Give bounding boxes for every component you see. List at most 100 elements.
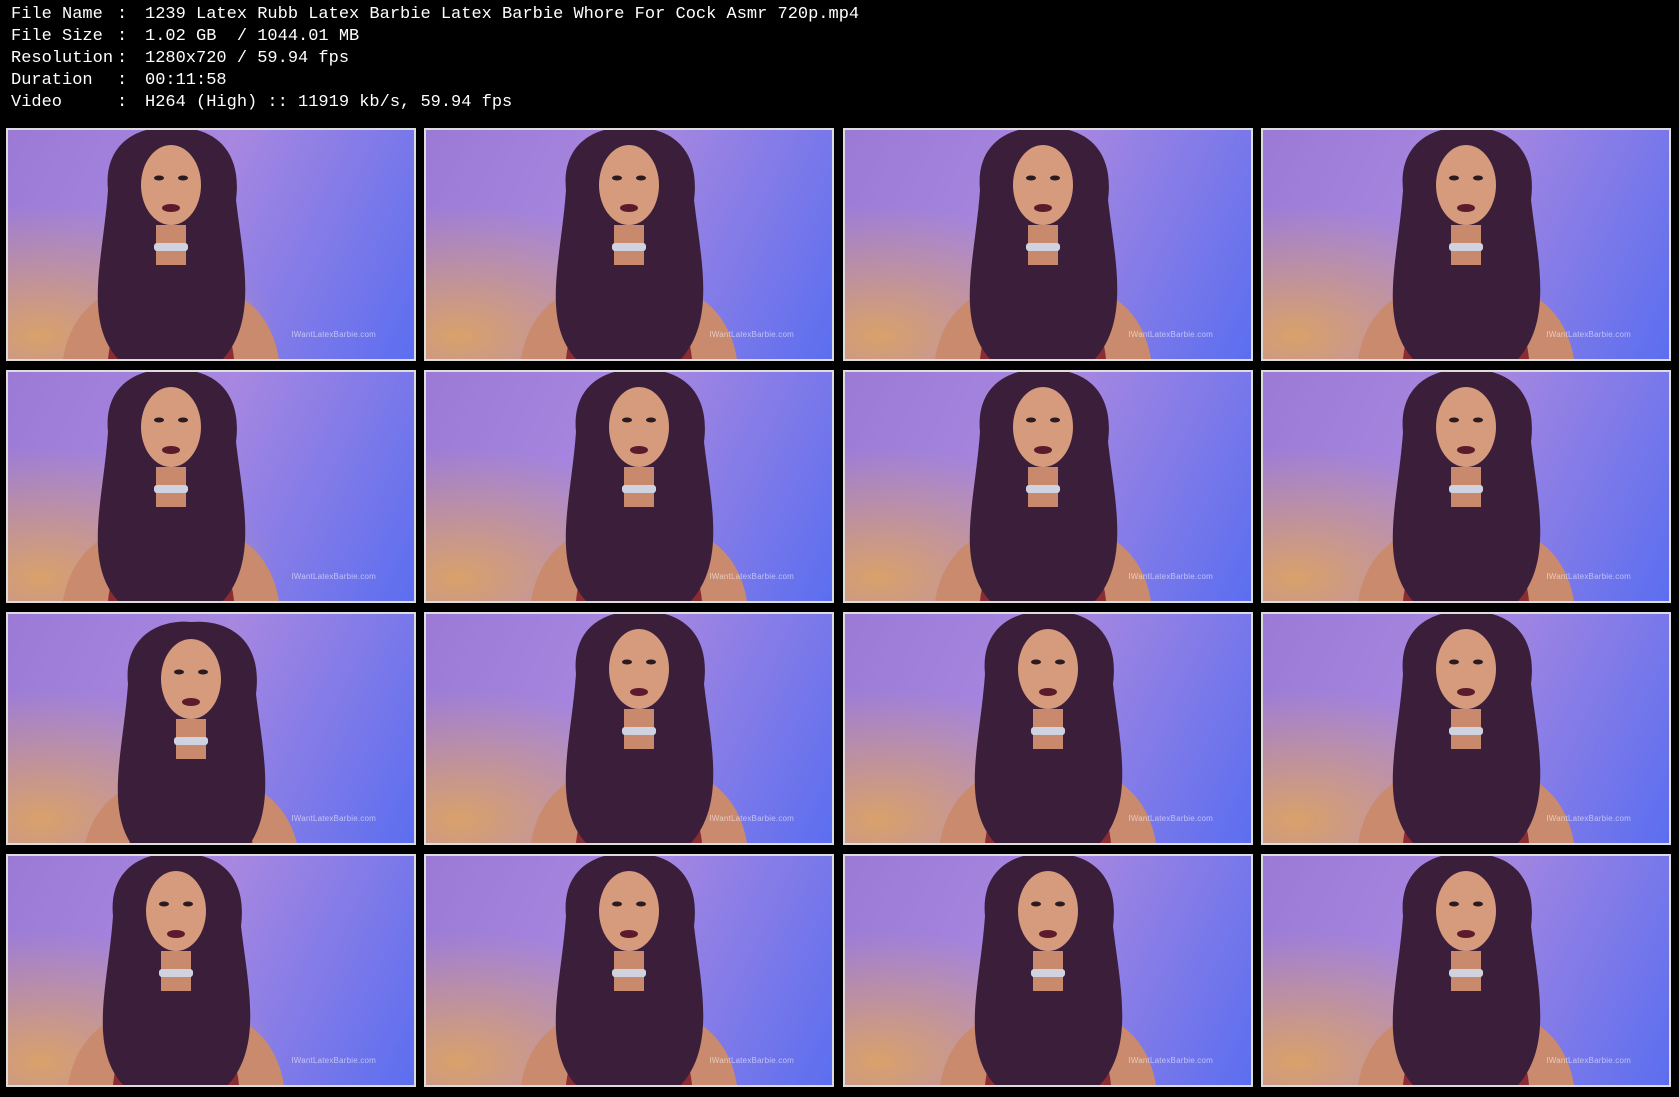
- subject-figure: [940, 614, 1156, 843]
- subject-lips: [1034, 446, 1052, 454]
- info-separator: :: [117, 5, 128, 24]
- subject-figure: [521, 856, 737, 1085]
- subject-face: [1018, 629, 1078, 709]
- video-thumbnail: IWantLatexBarbie.com: [424, 612, 834, 845]
- subject-lips: [1039, 688, 1057, 696]
- file-info-panel: File Name : 1239 Latex Rubb Latex Barbie…: [11, 4, 1661, 120]
- subject-choker: [1031, 969, 1065, 977]
- subject-choker: [1449, 727, 1483, 735]
- subject-eye-right: [646, 417, 656, 423]
- subject-figure: [63, 130, 279, 359]
- subject-face: [141, 387, 201, 467]
- subject-face: [146, 871, 206, 951]
- video-thumbnail: IWantLatexBarbie.com: [6, 612, 416, 845]
- video-thumbnail: IWantLatexBarbie.com: [424, 128, 834, 361]
- subject-eye-left: [1449, 175, 1459, 181]
- subject-eye-right: [1055, 901, 1065, 907]
- subject-face: [1436, 629, 1496, 709]
- subject-eye-right: [178, 175, 188, 181]
- subject-face: [599, 871, 659, 951]
- subject-eye-left: [622, 659, 632, 665]
- subject-eye-left: [1031, 659, 1041, 665]
- subject-eye-right: [1473, 417, 1483, 423]
- subject-choker: [159, 969, 193, 977]
- watermark-text: IWantLatexBarbie.com: [709, 330, 794, 339]
- video-thumbnail: IWantLatexBarbie.com: [1261, 128, 1671, 361]
- watermark-text: IWantLatexBarbie.com: [1546, 330, 1631, 339]
- resolution-value: 1280x720 / 59.94 fps: [145, 49, 350, 68]
- subject-eye-right: [1473, 175, 1483, 181]
- video-thumbnail: IWantLatexBarbie.com: [843, 612, 1253, 845]
- subject-eye-right: [636, 175, 646, 181]
- file-size-value: 1.02 GB / 1044.01 MB: [145, 27, 360, 46]
- subject-eye-right: [198, 669, 208, 675]
- subject-eye-right: [1050, 175, 1060, 181]
- watermark-text: IWantLatexBarbie.com: [1128, 814, 1213, 823]
- video-thumbnail: IWantLatexBarbie.com: [424, 854, 834, 1087]
- subject-eye-left: [1449, 901, 1459, 907]
- subject-figure: [940, 856, 1156, 1085]
- subject-choker: [154, 485, 188, 493]
- subject-choker: [1449, 969, 1483, 977]
- subject-figure: [935, 130, 1151, 359]
- subject-figure: [68, 856, 284, 1085]
- subject-choker: [1031, 727, 1065, 735]
- info-label: File Size: [11, 27, 103, 46]
- subject-lips: [162, 204, 180, 212]
- watermark-text: IWantLatexBarbie.com: [1128, 572, 1213, 581]
- subject-eye-right: [1473, 901, 1483, 907]
- subject-face: [609, 629, 669, 709]
- subject-eye-left: [612, 901, 622, 907]
- video-thumbnail: IWantLatexBarbie.com: [1261, 854, 1671, 1087]
- watermark-text: IWantLatexBarbie.com: [291, 330, 376, 339]
- subject-face: [1018, 871, 1078, 951]
- subject-choker: [612, 243, 646, 251]
- subject-eye-left: [622, 417, 632, 423]
- watermark-text: IWantLatexBarbie.com: [1546, 1056, 1631, 1065]
- watermark-text: IWantLatexBarbie.com: [1546, 814, 1631, 823]
- subject-figure: [531, 614, 747, 843]
- subject-lips: [167, 930, 185, 938]
- subject-face: [1436, 871, 1496, 951]
- watermark-text: IWantLatexBarbie.com: [1128, 330, 1213, 339]
- video-thumbnail: IWantLatexBarbie.com: [6, 370, 416, 603]
- thumbnail-grid: IWantLatexBarbie.com IWantLatexBarbie.com…: [0, 124, 1679, 1097]
- subject-lips: [630, 688, 648, 696]
- subject-figure: [1358, 614, 1574, 843]
- watermark-text: IWantLatexBarbie.com: [291, 572, 376, 581]
- subject-eye-right: [178, 417, 188, 423]
- subject-figure: [521, 130, 737, 359]
- info-label: Resolution: [11, 49, 114, 68]
- video-thumbnail: IWantLatexBarbie.com: [843, 854, 1253, 1087]
- subject-lips: [1457, 446, 1475, 454]
- info-separator: :: [117, 27, 128, 46]
- info-separator: :: [117, 71, 128, 90]
- subject-face: [609, 387, 669, 467]
- subject-eye-left: [1449, 659, 1459, 665]
- subject-eye-right: [1055, 659, 1065, 665]
- info-row-file-size: File Size : 1.02 GB / 1044.01 MB: [11, 26, 1661, 48]
- watermark-text: IWantLatexBarbie.com: [1546, 572, 1631, 581]
- subject-eye-right: [1473, 659, 1483, 665]
- subject-choker: [622, 485, 656, 493]
- subject-face: [161, 639, 221, 719]
- video-thumbnail: IWantLatexBarbie.com: [424, 370, 834, 603]
- subject-lips: [1039, 930, 1057, 938]
- watermark-text: IWantLatexBarbie.com: [291, 814, 376, 823]
- watermark-text: IWantLatexBarbie.com: [291, 1056, 376, 1065]
- subject-choker: [1449, 243, 1483, 251]
- subject-figure: [85, 621, 297, 843]
- subject-eye-left: [612, 175, 622, 181]
- video-codec-value: H264 (High) :: 11919 kb/s, 59.94 fps: [145, 93, 513, 112]
- subject-face: [1013, 387, 1073, 467]
- video-thumbnail: IWantLatexBarbie.com: [843, 128, 1253, 361]
- subject-lips: [162, 446, 180, 454]
- info-label: Video: [11, 93, 63, 112]
- info-row-duration: Duration : 00:11:58: [11, 70, 1661, 92]
- subject-choker: [1449, 485, 1483, 493]
- watermark-text: IWantLatexBarbie.com: [709, 1056, 794, 1065]
- duration-value: 00:11:58: [145, 71, 227, 90]
- subject-figure: [1358, 856, 1574, 1085]
- subject-face: [599, 145, 659, 225]
- video-thumbnail: IWantLatexBarbie.com: [1261, 612, 1671, 845]
